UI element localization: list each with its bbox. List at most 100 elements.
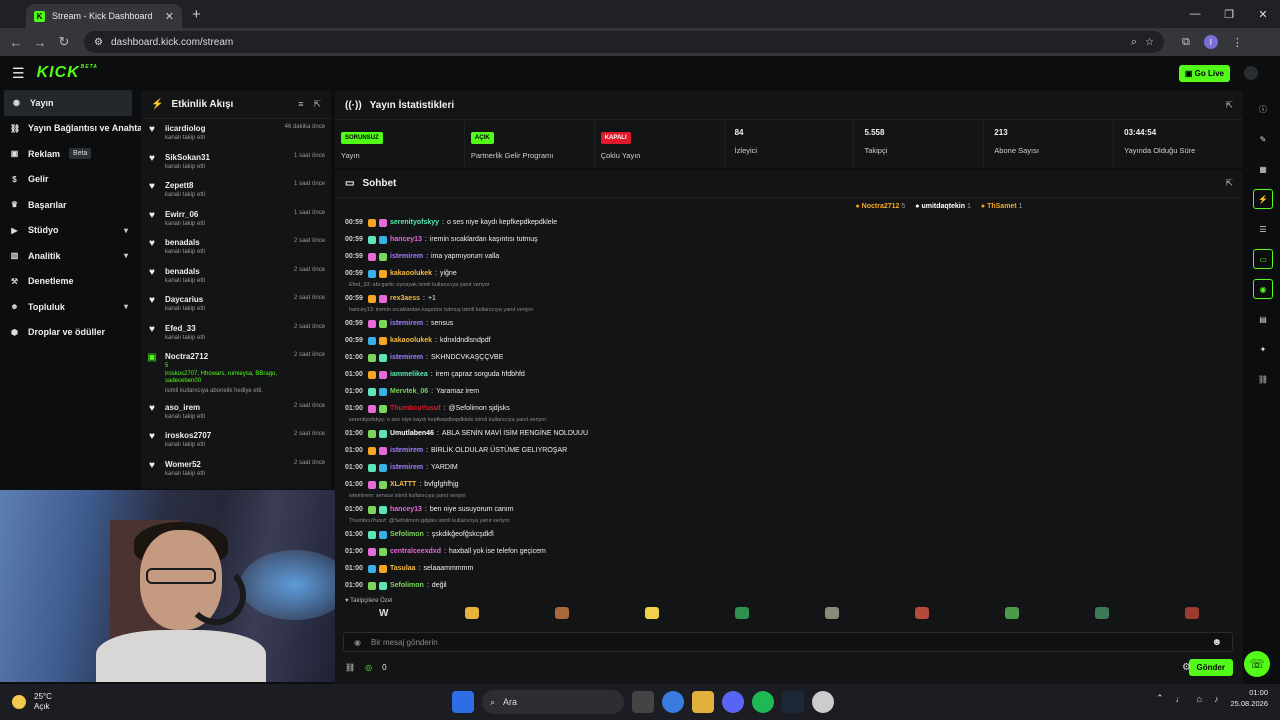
clock[interactable]: 01:00 25.08.2026: [1230, 688, 1268, 709]
sidebar-item-0[interactable]: ◉ Yayın: [4, 90, 132, 116]
new-tab-icon[interactable]: +: [192, 6, 201, 23]
sidebar-item-6[interactable]: ▥ Analitik ▾: [0, 243, 138, 269]
emoji-picker-icon[interactable]: ☻: [1211, 637, 1222, 648]
browser-menu-icon[interactable]: ⋮: [1232, 36, 1243, 49]
message-username[interactable]: serenityofskyy: [390, 219, 439, 226]
bookmark-star-icon[interactable]: ☆: [1145, 37, 1154, 48]
emote-icon[interactable]: [914, 607, 929, 619]
message-username[interactable]: Mervtek_06: [390, 388, 428, 395]
zoom-icon[interactable]: ⌕: [1131, 36, 1137, 49]
message-username[interactable]: istemirem: [390, 447, 423, 454]
mic-icon[interactable]: ♩: [1176, 694, 1185, 704]
extensions-icon[interactable]: ⧉: [1182, 36, 1190, 49]
chevron-down-icon[interactable]: ▾: [124, 302, 128, 311]
message-username[interactable]: Sefolimon: [390, 531, 424, 538]
site-info-icon[interactable]: ⚙: [94, 37, 103, 48]
share-icon[interactable]: ⛓: [345, 663, 355, 672]
event-username[interactable]: iicardiolog: [165, 124, 277, 133]
steam-icon[interactable]: [782, 691, 804, 713]
message-username[interactable]: istemirem: [390, 354, 423, 361]
event-username[interactable]: aso_irem: [165, 403, 286, 412]
stack-icon[interactable]: ▤: [1253, 309, 1273, 329]
app-icon[interactable]: [812, 691, 834, 713]
list-icon[interactable]: ☰: [1253, 219, 1273, 239]
url-field[interactable]: ⚙ dashboard.kick.com/stream ⌕ ☆: [84, 31, 1164, 53]
popout-icon[interactable]: ⇱: [1225, 178, 1233, 189]
popout-icon[interactable]: ⇱: [313, 99, 321, 110]
emote-icon[interactable]: [464, 607, 479, 619]
event-username[interactable]: Zepett8: [165, 181, 286, 190]
event-username[interactable]: Womer52: [165, 460, 286, 469]
message-username[interactable]: iammelikea: [390, 371, 428, 378]
chat-settings-small-icon[interactable]: ◉: [354, 638, 361, 647]
wrench-icon[interactable]: ✦: [1253, 339, 1273, 359]
info-icon[interactable]: ⓘ: [1253, 99, 1273, 119]
sidebar-item-2[interactable]: ▣ Reklam Beta: [0, 141, 138, 167]
chat-message-input[interactable]: ◉ Bir mesaj gönderin ☻: [343, 632, 1233, 652]
go-live-button[interactable]: ▣ Go Live: [1178, 65, 1230, 82]
lightning-icon[interactable]: ⚡: [1253, 189, 1273, 209]
message-username[interactable]: centralceexdxd: [390, 548, 441, 555]
emote-icon[interactable]: [734, 607, 749, 619]
popout-icon[interactable]: ⇱: [1225, 100, 1233, 111]
event-username[interactable]: Ewirr_06: [165, 210, 286, 219]
emote-icon[interactable]: [824, 607, 839, 619]
message-username[interactable]: kakaoolukek: [390, 270, 432, 277]
browser-tab[interactable]: K Stream - Kick Dashboard ✕: [26, 4, 182, 28]
kick-logo[interactable]: KICKBETA: [37, 64, 98, 82]
chrome-icon[interactable]: [662, 691, 684, 713]
message-username[interactable]: Umutlaben46: [390, 430, 434, 437]
message-username[interactable]: Tasulaa: [390, 565, 416, 572]
event-username[interactable]: Daycarius: [165, 295, 286, 304]
message-username[interactable]: XLATTT: [390, 481, 416, 488]
send-button[interactable]: Gönder: [1188, 658, 1233, 676]
chat-settings-icon[interactable]: ⚙: [1182, 662, 1191, 673]
chevron-down-icon[interactable]: ▾: [124, 226, 128, 235]
spotify-icon[interactable]: [752, 691, 774, 713]
message-username[interactable]: istemirem: [390, 253, 423, 260]
event-username[interactable]: iroskos2707: [165, 431, 286, 440]
sidebar-item-7[interactable]: ⚒ Denetleme: [0, 269, 138, 295]
message-username[interactable]: istemirem: [390, 464, 423, 471]
weather-widget[interactable]: 25°C Açık: [12, 692, 52, 713]
minimize-icon[interactable]: —: [1178, 8, 1212, 20]
hamburger-menu-icon[interactable]: ☰: [12, 65, 25, 82]
discord-icon[interactable]: [722, 691, 744, 713]
message-username[interactable]: kakaoolukek: [390, 337, 432, 344]
emote-icon[interactable]: [1004, 607, 1019, 619]
close-window-icon[interactable]: ✕: [1246, 8, 1280, 21]
event-username[interactable]: benadals: [165, 238, 286, 247]
emote-icon[interactable]: [1184, 607, 1199, 619]
event-username[interactable]: Efed_33: [165, 324, 286, 333]
file-explorer-icon[interactable]: [692, 691, 714, 713]
sidebar-item-9[interactable]: ⬢ Droplar ve ödüller: [0, 320, 138, 346]
maximize-icon[interactable]: ❐: [1212, 8, 1246, 21]
sidebar-item-4[interactable]: ♛ Başarılar: [0, 192, 138, 218]
support-chat-icon[interactable]: ☏: [1244, 651, 1270, 677]
back-icon[interactable]: ←: [4, 35, 28, 50]
edit-icon[interactable]: ✎: [1253, 129, 1273, 149]
layout-icon[interactable]: ▦: [1253, 159, 1273, 179]
event-username[interactable]: Noctra2712: [165, 352, 286, 361]
sidebar-item-1[interactable]: ⛓ Yayın Bağlantısı ve Anahtarı: [0, 116, 148, 142]
chevron-down-icon[interactable]: ▾: [124, 251, 128, 260]
sidebar-item-5[interactable]: ▶ Stüdyo ▾: [0, 218, 138, 244]
message-username[interactable]: ThumbcuYusuf: [390, 405, 441, 412]
top-donor[interactable]: ● Noctra2712 5: [855, 203, 905, 210]
broadcast-icon[interactable]: ◉: [1253, 279, 1273, 299]
chat-bubble-icon[interactable]: ▭: [1253, 249, 1273, 269]
event-username[interactable]: SikSokan31: [165, 153, 286, 162]
emote-icon[interactable]: [554, 607, 569, 619]
emote-w[interactable]: W: [379, 608, 388, 619]
message-username[interactable]: rex3aess: [390, 295, 420, 302]
close-tab-icon[interactable]: ✕: [165, 10, 174, 23]
emote-icon[interactable]: [1094, 607, 1109, 619]
message-username[interactable]: istemirem: [390, 320, 423, 327]
forward-icon[interactable]: →: [28, 35, 52, 50]
volume-icon[interactable]: ♪: [1214, 694, 1219, 704]
message-username[interactable]: Sefolimon: [390, 582, 424, 589]
top-donor[interactable]: ● ThSamet 1: [981, 203, 1023, 210]
reload-icon[interactable]: ↻: [52, 34, 76, 50]
top-donor[interactable]: ● umitdaqtekin 1: [915, 203, 971, 210]
task-view-icon[interactable]: [632, 691, 654, 713]
